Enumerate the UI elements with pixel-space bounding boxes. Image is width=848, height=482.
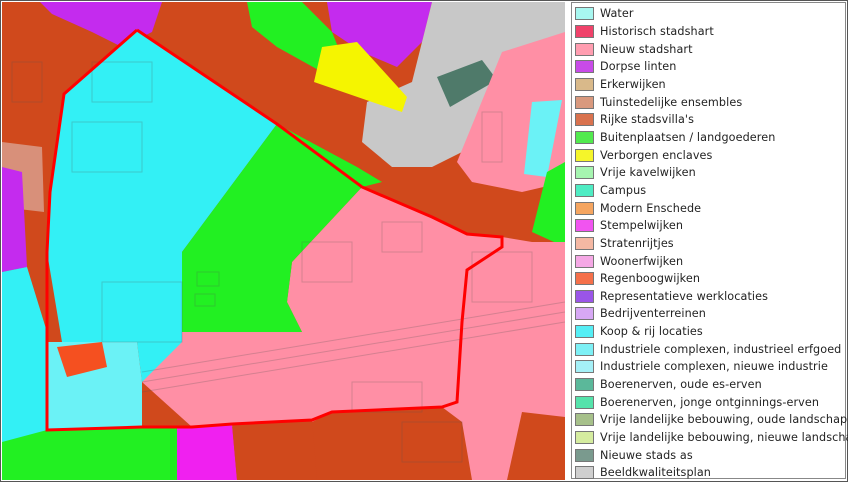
legend-label: Vrije landelijke bebouwing, nieuwe lands… (600, 431, 848, 445)
zone-rich-villas-bottom[interactable] (232, 420, 317, 480)
legend-label: Stratenrijtjes (600, 236, 674, 250)
legend-item: Industriele complexen, industrieel erfgo… (575, 340, 845, 358)
legend-label: Representatieve werklocaties (600, 289, 769, 303)
legend-item: Stempelwijken (575, 217, 845, 235)
legend-label: Tuinstedelijke ensembles (600, 95, 743, 109)
legend-swatch (575, 24, 594, 38)
map-canvas[interactable] (2, 2, 565, 480)
legend-label: Vrije kavelwijken (600, 166, 696, 180)
legend-swatch (575, 431, 594, 445)
legend-item: Dorpse linten (575, 58, 845, 76)
legend-item: Campus (575, 182, 845, 200)
legend-swatch (575, 272, 594, 286)
map-legend: Water Historisch stadshart Nieuw stadshart… (571, 2, 848, 482)
legend-label: Vrije landelijke bebouwing, oude landsch… (600, 413, 848, 427)
legend-swatch (575, 42, 594, 56)
legend-label: Boerenerven, jonge ontginnings-erven (600, 395, 820, 409)
legend-label: Woonerfwijken (600, 254, 684, 268)
legend-item: Boerenerven, oude es-erven (575, 376, 845, 394)
legend-swatch (575, 413, 594, 427)
legend-item: Representatieve werklocaties (575, 288, 845, 306)
legend-label: Bedrijventerreinen (600, 307, 706, 321)
legend-swatch (575, 342, 594, 356)
legend-swatch (575, 148, 594, 162)
legend-swatch (575, 448, 594, 462)
legend-swatch (575, 325, 594, 339)
legend-label: Stempelwijken (600, 219, 684, 233)
legend-label: Buitenplaatsen / landgoederen (600, 130, 776, 144)
legend-item: Modern Enschede (575, 199, 845, 217)
legend-item: Rijke stadsvilla's (575, 111, 845, 129)
zone-stamp-districts[interactable] (177, 424, 237, 480)
legend-label: Verborgen enclaves (600, 148, 713, 162)
legend-item: Beeldkwaliteitsplan (575, 464, 845, 482)
legend-item: Water (575, 5, 845, 23)
legend-item: Stratenrijtjes (575, 235, 845, 253)
legend-swatch (575, 307, 594, 321)
legend-item: Verborgen enclaves (575, 146, 845, 164)
legend-label: Nieuwe stads as (600, 448, 693, 462)
legend-swatch (575, 219, 594, 233)
legend-swatch (575, 130, 594, 144)
legend-item: Vrije landelijke bebouwing, nieuwe lands… (575, 429, 848, 447)
legend-label: Nieuw stadshart (600, 42, 693, 56)
legend-label: Regenboogwijken (600, 272, 701, 286)
legend-swatch (575, 289, 594, 303)
legend-swatch (575, 254, 594, 268)
legend-label: Boerenerven, oude es-erven (600, 378, 762, 392)
legend-item: Industriele complexen, nieuwe industrie (575, 358, 845, 376)
legend-swatch (575, 466, 594, 480)
legend-label: Water (600, 7, 634, 21)
legend-label: Beeldkwaliteitsplan (600, 466, 711, 480)
legend-item: Tuinstedelijke ensembles (575, 93, 845, 111)
legend-item: Koop & rij locaties (575, 323, 845, 341)
map-svg[interactable] (2, 2, 565, 480)
legend-label: Koop & rij locaties (600, 325, 703, 339)
legend-item: Nieuw stadshart (575, 40, 845, 58)
legend-item: Vrije kavelwijken (575, 164, 845, 182)
legend-item: Woonerfwijken (575, 252, 845, 270)
legend-label: Industriele complexen, industrieel erfgo… (600, 342, 842, 356)
legend-label: Modern Enschede (600, 201, 702, 215)
legend-label: Campus (600, 183, 647, 197)
legend-swatch (575, 395, 594, 409)
legend-swatch (575, 236, 594, 250)
legend-label: Erkerwijken (600, 77, 666, 91)
legend-label: Dorpse linten (600, 60, 677, 74)
legend-item: Erkerwijken (575, 76, 845, 94)
legend-label: Historisch stadshart (600, 24, 714, 38)
legend-swatch (575, 183, 594, 197)
legend-item: Nieuwe stads as (575, 446, 845, 464)
legend-label: Industriele complexen, nieuwe industrie (600, 360, 828, 374)
legend-swatch (575, 7, 594, 21)
legend-item: Bedrijventerreinen (575, 305, 845, 323)
legend-item: Boerenerven, jonge ontginnings-erven (575, 393, 845, 411)
legend-swatch (575, 360, 594, 374)
legend-swatch (575, 77, 594, 91)
legend-swatch (575, 166, 594, 180)
legend-item: Buitenplaatsen / landgoederen (575, 129, 845, 147)
legend-swatch (575, 201, 594, 215)
map-viewer: Water Historisch stadshart Nieuw stadshart… (0, 0, 848, 482)
legend-item: Vrije landelijke bebouwing, oude landsch… (575, 411, 848, 429)
legend-swatch (575, 95, 594, 109)
legend-item: Regenboogwijken (575, 270, 845, 288)
legend-label: Rijke stadsvilla's (600, 113, 695, 127)
legend-swatch (575, 113, 594, 127)
legend-swatch (575, 60, 594, 74)
legend-item: Historisch stadshart (575, 23, 845, 41)
legend-swatch (575, 378, 594, 392)
